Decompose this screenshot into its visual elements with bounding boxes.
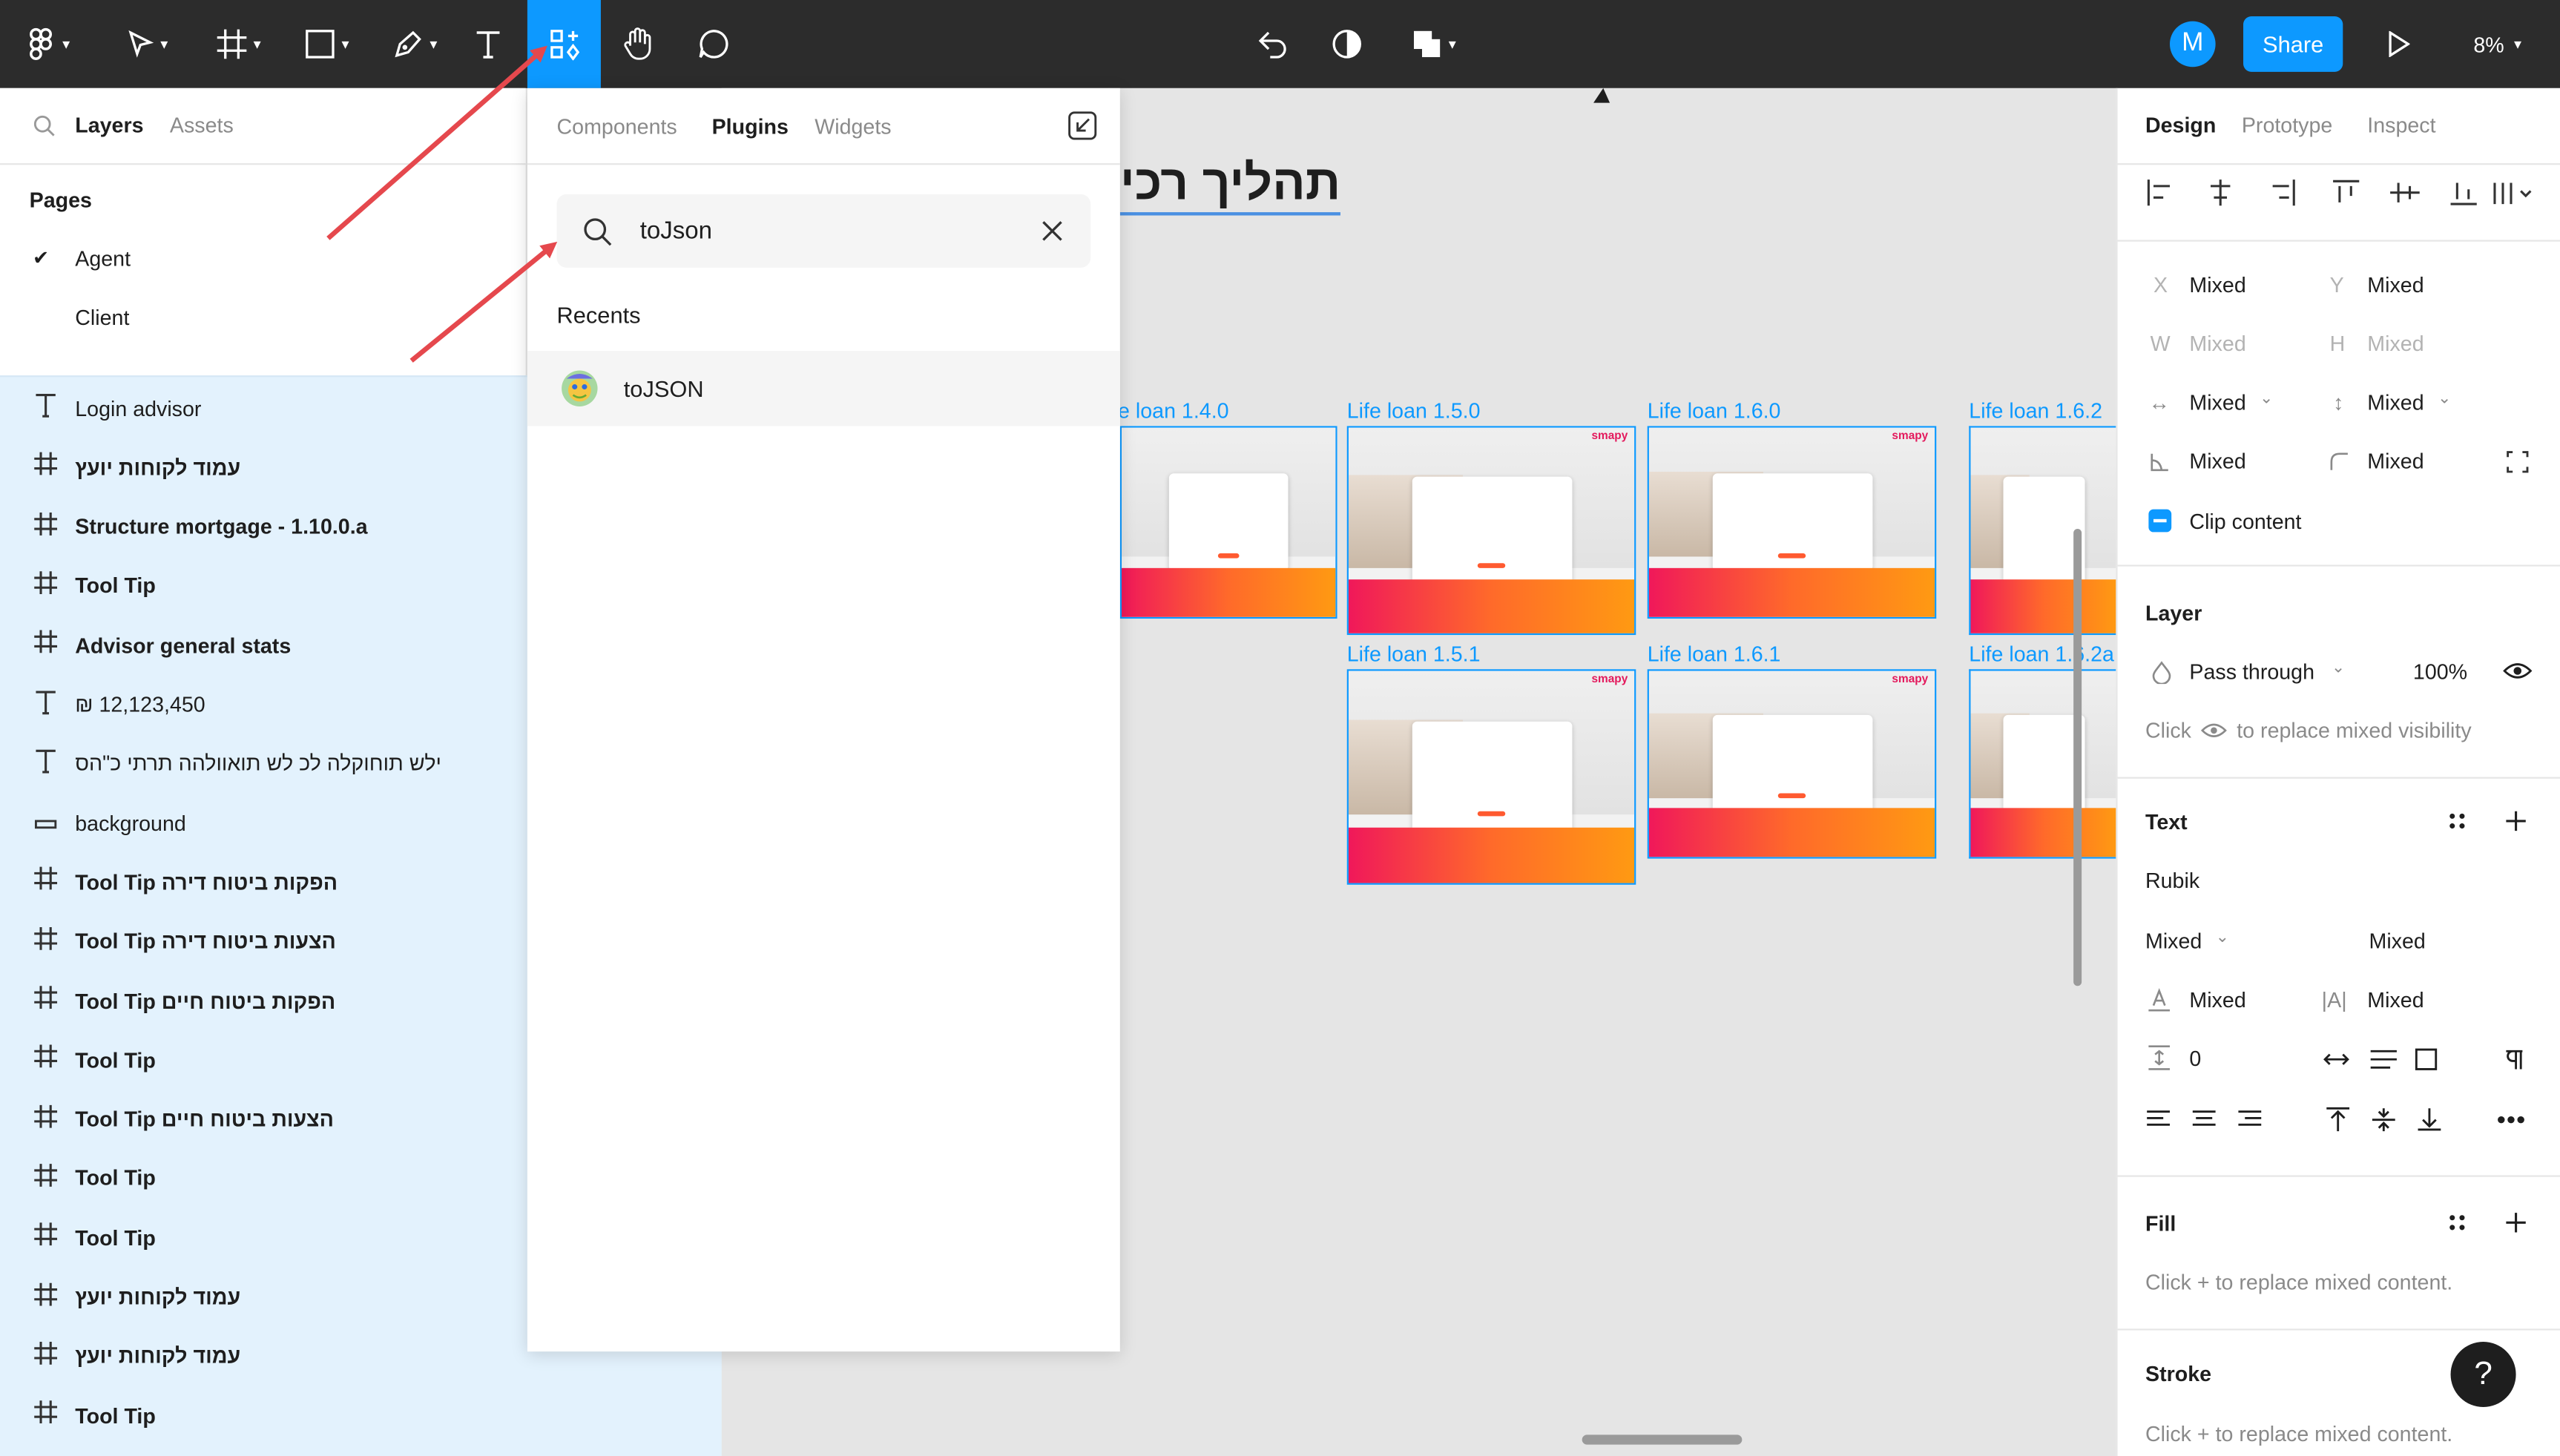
annotation-arrow xyxy=(409,241,558,363)
figma-app: ▾ ▾ ▾ ▾ ▾ ▾ M Share 8% ▾ תהליך רכי Life … xyxy=(0,0,2560,1456)
annotation-arrows xyxy=(326,45,558,363)
annotation-arrow xyxy=(326,45,547,240)
